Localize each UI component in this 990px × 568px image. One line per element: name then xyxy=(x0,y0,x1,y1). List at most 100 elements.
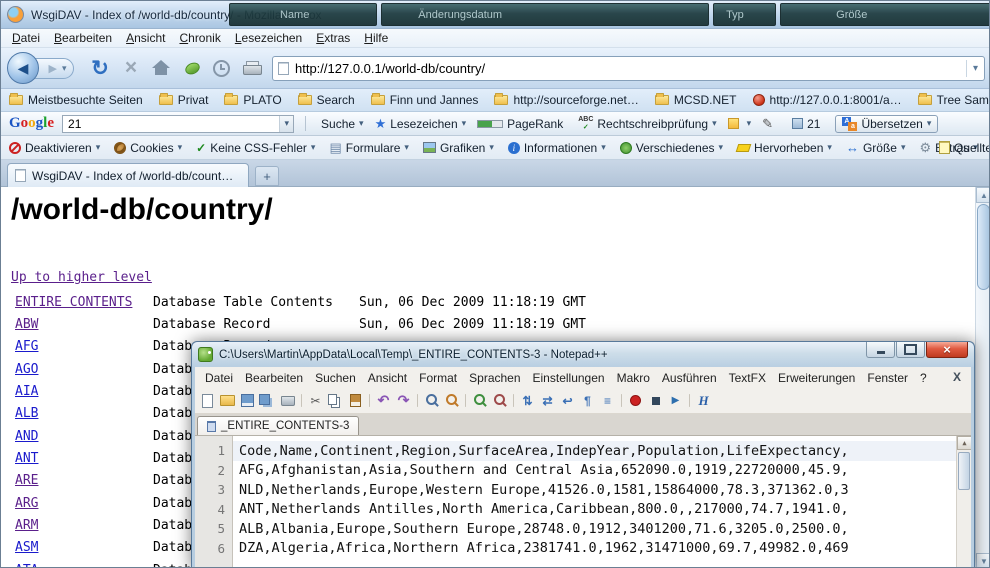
bookmark-item[interactable]: MCSD.NET xyxy=(655,93,737,107)
sep[interactable] xyxy=(465,394,466,407)
notepad-titlebar[interactable]: C:\Users\Martin\AppData\Local\Temp\_ENTI… xyxy=(192,342,974,367)
url-text[interactable]: http://127.0.0.1/world-db/country/ xyxy=(295,61,966,76)
replace-icon[interactable] xyxy=(443,392,460,409)
entry-link[interactable]: ALB xyxy=(15,406,153,421)
paste-icon[interactable] xyxy=(347,392,364,409)
record-macro-icon[interactable] xyxy=(627,392,644,409)
new-file-icon[interactable] xyxy=(199,392,216,409)
back-icon[interactable] xyxy=(7,52,39,84)
devtoolbar-button[interactable]: Hervorheben ▾ xyxy=(737,141,832,155)
scroll-up-icon[interactable]: ▲ xyxy=(976,187,990,203)
save-icon[interactable] xyxy=(239,392,256,409)
bookmark-item[interactable]: http://127.0.0.1:8001/a… xyxy=(753,93,902,107)
editor-area[interactable]: 1 2 3 4 5 6 Code,Name,Continent,Region,S… xyxy=(195,435,971,568)
bookmark-item[interactable]: http://sourceforge.net… xyxy=(494,93,638,107)
search-history-dropdown-icon[interactable]: ▾ xyxy=(279,116,293,132)
devtoolbar-button[interactable]: Verschiedenes ▾ xyxy=(620,141,723,155)
zoom-out-icon[interactable] xyxy=(491,392,508,409)
sync-h-icon[interactable] xyxy=(539,392,556,409)
play-macro-icon[interactable] xyxy=(667,392,684,409)
code-line[interactable]: AFG,Afghanistan,Asia,Southern and Centra… xyxy=(233,461,956,481)
google-search-field[interactable]: ▾ xyxy=(62,115,294,133)
sep[interactable] xyxy=(369,394,370,407)
entry-link[interactable]: ABW xyxy=(15,317,153,332)
bookmark-item[interactable]: Privat xyxy=(159,93,209,107)
zoom-in-icon[interactable] xyxy=(471,392,488,409)
code-lines[interactable]: Code,Name,Continent,Region,SurfaceArea,I… xyxy=(233,436,956,568)
google-toolbar-button[interactable]: Lesezeichen ▾ xyxy=(375,116,467,132)
close-icon[interactable] xyxy=(926,342,968,358)
menu-item[interactable]: Sprachen xyxy=(463,371,526,385)
devtoolbar-button[interactable]: Deaktivieren ▾ xyxy=(9,141,100,155)
notepad-plus-plus-window[interactable]: C:\Users\Martin\AppData\Local\Temp\_ENTI… xyxy=(191,341,975,568)
menu-item[interactable]: Fenster xyxy=(861,371,914,385)
menu-item[interactable]: Extras xyxy=(309,31,357,45)
menu-item[interactable]: Format xyxy=(413,371,463,385)
google-toolbar-button[interactable]: Suche ▾ xyxy=(317,117,364,131)
menu-item[interactable]: Erweiterungen xyxy=(772,371,861,385)
bookmark-item[interactable]: Search xyxy=(298,93,355,107)
new-tab-button[interactable]: + xyxy=(255,166,279,186)
indent-guide-icon[interactable] xyxy=(599,392,616,409)
google-logo[interactable]: Google xyxy=(9,115,54,132)
maximize-icon[interactable] xyxy=(896,342,925,358)
google-search-input[interactable] xyxy=(63,116,279,132)
open-folder-icon[interactable] xyxy=(219,392,236,409)
scrollbar-thumb[interactable] xyxy=(977,204,990,290)
menu-item[interactable]: Chronik xyxy=(172,31,227,45)
undo-icon[interactable] xyxy=(375,392,392,409)
devtoolbar-button[interactable]: Cookies ▾ xyxy=(114,141,182,155)
code-line[interactable]: ALB,Albania,Europe,Southern Europe,28748… xyxy=(233,519,956,539)
menu-item[interactable]: Bearbeiten xyxy=(47,31,119,45)
sep[interactable] xyxy=(513,394,514,407)
devtoolbar-button[interactable]: Formulare ▾ xyxy=(329,140,409,156)
sync-v-icon[interactable] xyxy=(519,392,536,409)
bookmark-item[interactable]: Meistbesuchte Seiten xyxy=(9,93,143,107)
bookmark-item[interactable]: Finn und Jannes xyxy=(371,93,479,107)
google-toolbar-button[interactable]: 21 xyxy=(792,117,824,131)
home-icon[interactable] xyxy=(150,57,172,79)
minimize-icon[interactable] xyxy=(866,342,895,358)
tab-wsgidav[interactable]: WsgiDAV - Index of /world-db/count… xyxy=(7,163,249,187)
code-line[interactable]: NLD,Netherlands,Europe,Western Europe,41… xyxy=(233,480,956,500)
bookmark-item[interactable]: Tree Samples xyxy=(918,93,990,107)
entry-link[interactable]: ATA xyxy=(15,563,153,568)
entry-link[interactable]: AND xyxy=(15,429,153,444)
entry-link[interactable]: ASM xyxy=(15,540,153,555)
entry-link[interactable]: AFG xyxy=(15,339,153,354)
menu-item[interactable]: Datei xyxy=(5,31,47,45)
google-toolbar-button[interactable]: ▾ xyxy=(728,118,752,129)
sep[interactable] xyxy=(417,394,418,407)
menu-item[interactable]: Ausführen xyxy=(656,371,723,385)
save-all-icon[interactable] xyxy=(259,392,276,409)
history-icon[interactable] xyxy=(213,60,230,77)
show-symbols-icon[interactable] xyxy=(579,392,596,409)
feed-icon[interactable] xyxy=(183,60,201,76)
url-bar[interactable]: http://127.0.0.1/world-db/country/ ▾ xyxy=(272,56,985,81)
sep[interactable] xyxy=(621,394,622,407)
menu-item[interactable]: Ansicht xyxy=(119,31,172,45)
firefox-titlebar[interactable]: WsgiDAV - Index of /world-db/country/ - … xyxy=(1,1,990,29)
google-toolbar-button[interactable]: Rechtschreibprüfung ▾ xyxy=(578,116,716,132)
cut-icon[interactable] xyxy=(307,392,324,409)
url-dropdown-icon[interactable]: ▾ xyxy=(966,60,980,77)
browser-scrollbar[interactable]: ▲ ▼ xyxy=(975,187,990,568)
stop-macro-icon[interactable] xyxy=(647,392,664,409)
ff-print-icon[interactable] xyxy=(243,61,261,75)
menu-item[interactable]: Lesezeichen xyxy=(228,31,309,45)
up-to-higher-level-link[interactable]: Up to higher level xyxy=(11,270,152,285)
menu-item[interactable]: Einstellungen xyxy=(527,371,611,385)
menu-item[interactable]: Makro xyxy=(611,371,656,385)
html-icon[interactable] xyxy=(695,392,712,409)
bookmark-item[interactable]: PLATO xyxy=(224,93,281,107)
code-line[interactable]: ANT,Netherlands Antilles,North America,C… xyxy=(233,500,956,520)
refresh-icon[interactable] xyxy=(88,56,112,80)
copy-icon[interactable] xyxy=(327,392,344,409)
code-line[interactable]: DZA,Algeria,Africa,Northern Africa,23817… xyxy=(233,539,956,559)
menu-item[interactable]: ? xyxy=(914,371,933,385)
sep[interactable] xyxy=(301,394,302,407)
menu-item[interactable]: Ansicht xyxy=(362,371,413,385)
menu-item[interactable]: Datei xyxy=(199,371,239,385)
code-line[interactable]: Code,Name,Continent,Region,SurfaceArea,I… xyxy=(233,441,956,461)
devtoolbar-button[interactable]: Grafiken ▾ xyxy=(423,141,494,155)
